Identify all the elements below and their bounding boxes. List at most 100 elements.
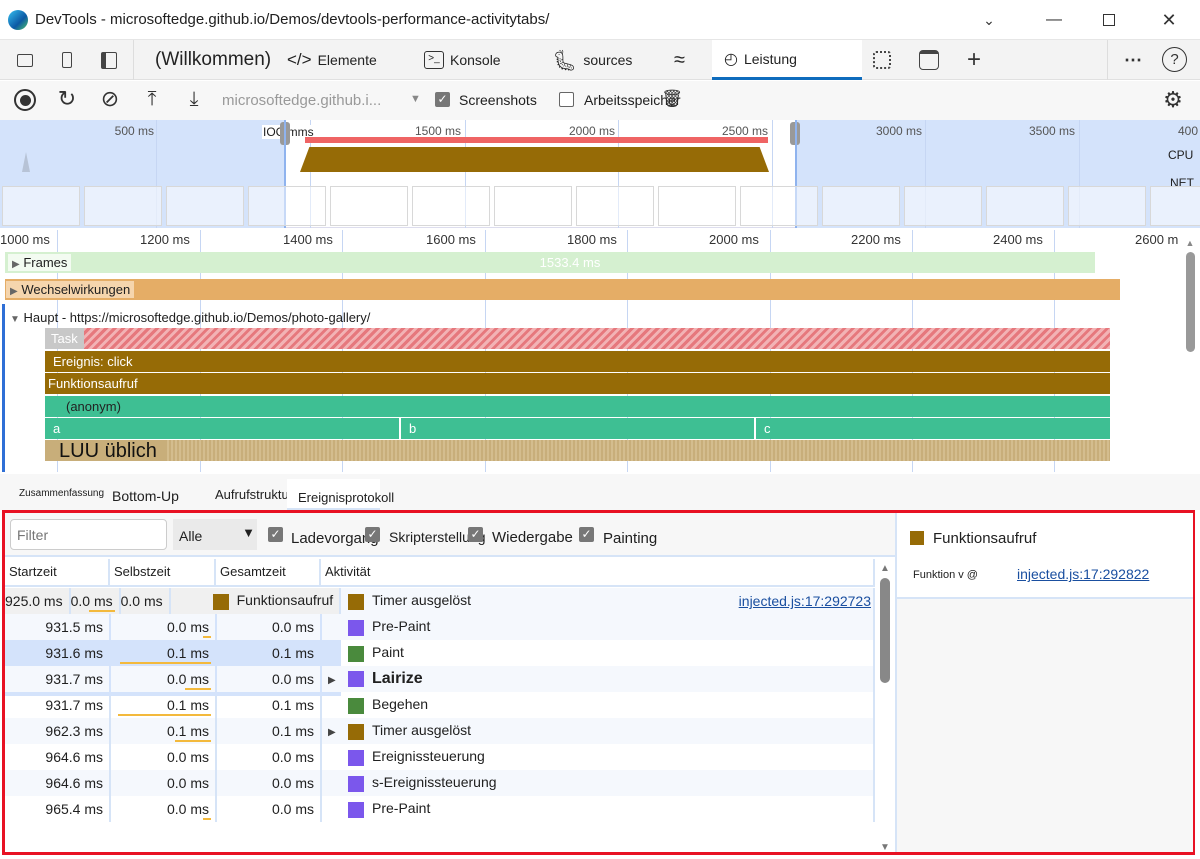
flame-chart[interactable]: 1000 ms 1200 ms 1400 ms 1600 ms 1800 ms … <box>0 230 1200 472</box>
memory-chip-icon[interactable] <box>870 48 894 72</box>
tab-elements[interactable]: </> Elemente <box>287 40 377 80</box>
wifi-icon: ≈ <box>674 48 685 71</box>
settings-gear-icon[interactable]: ⚙ <box>1160 87 1186 113</box>
column-header-activity[interactable]: Aktivität <box>321 559 875 585</box>
total-time-cell: 0.0 ms <box>216 796 322 822</box>
function-c-bar[interactable]: c <box>756 418 1110 439</box>
task-bar[interactable]: Task <box>45 328 1110 349</box>
scroll-down-icon[interactable]: ▼ <box>877 842 893 853</box>
rendering-checkbox[interactable]: ✓ <box>468 527 483 542</box>
console-icon: >_ <box>424 51 444 69</box>
layout-bar[interactable]: LUU üblich <box>45 440 1110 461</box>
table-row[interactable]: 965.4 ms 0.0 ms 0.0 ms Pre-Paint <box>5 796 875 822</box>
source-link[interactable]: injected.js:17:292723 <box>739 593 871 609</box>
reload-icon[interactable]: ↻ <box>55 86 79 111</box>
tab-welcome[interactable]: (Willkommen) <box>155 40 271 80</box>
record-icon[interactable] <box>14 89 36 111</box>
column-header-start-time[interactable]: Startzeit <box>5 559 110 585</box>
painting-checkbox[interactable]: ✓ <box>579 527 594 542</box>
details-function-label: Funktion v @ <box>913 569 978 581</box>
activity-cell: s-Ereignissteuerung <box>321 770 875 796</box>
frames-bar[interactable]: 1533.4 ms <box>5 252 1095 273</box>
more-options-icon[interactable]: ⋯ <box>1120 48 1146 72</box>
details-source-link[interactable]: injected.js:17:292822 <box>1017 566 1149 582</box>
scroll-up-icon[interactable]: ▲ <box>1183 238 1197 248</box>
maximize-icon[interactable] <box>1095 8 1123 32</box>
event-click-bar[interactable]: Ereignis: click <box>45 351 1110 372</box>
timeline-overview[interactable]: 500 ms 1500 ms 2000 ms 2500 ms 3000 ms 3… <box>0 120 1200 228</box>
main-track-header[interactable]: ▼ Haupt - https://microsoftedge.github.i… <box>10 310 370 325</box>
screenshots-checkbox[interactable]: ✓ <box>435 92 450 107</box>
window-title: DevTools - microsoftedge.github.io/Demos… <box>35 11 550 28</box>
filter-input[interactable] <box>10 519 167 550</box>
activity-name: Pre-Paint <box>372 800 431 817</box>
expand-arrow-icon[interactable]: ▶ <box>328 727 348 738</box>
expand-arrow-icon[interactable]: ▶ <box>328 675 348 686</box>
category-color-swatch <box>348 723 364 740</box>
application-icon[interactable] <box>917 48 941 72</box>
function-b-bar[interactable]: b <box>401 418 754 439</box>
scrollbar-thumb[interactable] <box>880 578 890 683</box>
column-header-total-time[interactable]: Gesamtzeit <box>216 559 321 585</box>
anonymous-bar[interactable]: (anonym) <box>45 396 1110 417</box>
function-a-bar[interactable]: a <box>45 418 399 439</box>
scrollbar-thumb[interactable] <box>1185 252 1195 352</box>
clear-icon[interactable]: ⊘ <box>98 86 122 111</box>
tab-event-log[interactable]: Ereignisprotokoll <box>287 479 394 510</box>
toggle-sidebar-icon[interactable] <box>98 50 120 70</box>
upload-icon[interactable]: ⤒ <box>140 87 164 111</box>
memory-checkbox[interactable] <box>559 92 574 107</box>
close-icon[interactable]: ✕ <box>1155 8 1183 32</box>
tab-call-tree[interactable]: Aufrufstruktur <box>215 487 293 502</box>
function-call-bar[interactable]: Funktionsaufruf <box>45 373 1110 394</box>
device-emulation-icon[interactable] <box>56 50 78 70</box>
activity-cell: Funktionsaufruf <box>169 588 342 614</box>
tab-bottom-up[interactable]: Bottom-Up <box>112 488 179 504</box>
expand-arrow-icon: ▶ <box>10 286 18 297</box>
recording-select[interactable]: microsoftedge.github.i... <box>222 92 381 109</box>
screenshot-thumbnail <box>576 186 654 226</box>
tab-performance[interactable]: ◴ Leistung <box>712 40 862 80</box>
tab-network[interactable]: ≈ <box>674 40 685 80</box>
tab-sources[interactable]: 🐛︎ sources <box>552 40 632 80</box>
table-row[interactable]: 931.7 ms 0.1 ms 0.1 ms Begehen <box>5 692 875 718</box>
trash-icon[interactable]: 🗑︎ <box>661 88 683 110</box>
activity-cell: Pre-Paint <box>321 796 875 822</box>
chevron-down-icon[interactable]: ⌄ <box>975 8 1003 32</box>
activity-cell: Pre-Paint <box>321 614 875 640</box>
screenshot-thumbnail <box>84 186 162 226</box>
table-row[interactable]: 931.6 ms 0.1 ms 0.1 ms Paint <box>5 640 875 666</box>
self-time-cell: 0.0 ms <box>110 770 217 796</box>
column-header-self-time[interactable]: Selbstzeit <box>110 559 216 585</box>
table-row[interactable]: 964.6 ms 0.0 ms 0.0 ms Ereignissteuerung <box>5 744 875 770</box>
self-time: 0.1 ms <box>166 723 209 739</box>
table-row[interactable]: 962.3 ms 0.1 ms 0.1 ms ▶ Timer ausgelöst <box>5 718 875 744</box>
tab-console[interactable]: >_ Konsole <box>424 40 501 80</box>
category-color-swatch <box>910 531 924 545</box>
ruler-tick: 1200 ms <box>140 232 190 247</box>
category-select[interactable]: Alle ▼ <box>173 519 257 550</box>
interactions-bar[interactable] <box>5 279 1120 300</box>
tab-summary[interactable]: Zusammenfassung <box>19 488 104 499</box>
scroll-up-icon[interactable]: ▲ <box>877 563 893 574</box>
inspect-icon[interactable] <box>14 50 36 70</box>
flame-scrollbar[interactable]: ▲ <box>1183 238 1197 470</box>
minimize-icon[interactable]: — <box>1040 8 1068 32</box>
interactions-track-header[interactable]: ▶ Wechselwirkungen <box>6 281 135 298</box>
table-scrollbar[interactable]: ▲ ▼ <box>877 563 893 853</box>
add-tab-icon[interactable]: + <box>962 46 986 73</box>
bar-label: Ereignis: click <box>53 354 133 369</box>
loading-checkbox[interactable]: ✓ <box>268 527 283 542</box>
title-bar: DevTools - microsoftedge.github.io/Demos… <box>0 0 1200 40</box>
frames-track-header[interactable]: ▶ Frames <box>8 254 72 271</box>
divider <box>133 40 134 80</box>
caret-down-icon[interactable]: ▼ <box>410 93 421 105</box>
table-row[interactable]: 931.5 ms 0.0 ms 0.0 ms Pre-Paint <box>5 614 875 640</box>
bar-label: a <box>53 421 61 436</box>
table-row[interactable]: 964.6 ms 0.0 ms 0.0 ms s-Ereignissteueru… <box>5 770 875 796</box>
bar-label: Task <box>45 328 84 349</box>
table-row[interactable]: 931.7 ms 0.0 ms 0.0 ms ▶ Lairize <box>5 666 875 692</box>
download-icon[interactable]: ⤓ <box>182 87 206 111</box>
help-icon[interactable]: ? <box>1162 47 1187 72</box>
scripting-checkbox[interactable]: ✓ <box>365 527 380 542</box>
